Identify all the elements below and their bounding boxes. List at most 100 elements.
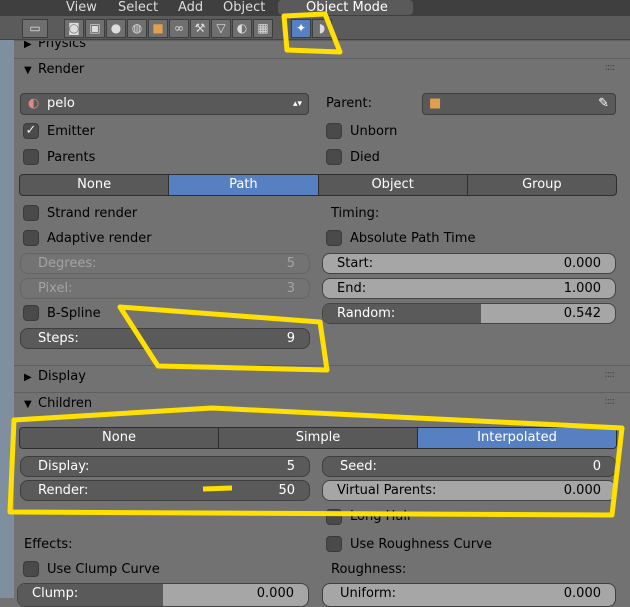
- render-layers-icon[interactable]: ▣: [85, 19, 105, 38]
- object-icon[interactable]: ■: [148, 19, 168, 38]
- use-clump-curve-checkbox[interactable]: [23, 561, 39, 577]
- field-text: 0.000: [563, 586, 601, 601]
- field-text: 50: [278, 483, 295, 498]
- bspline-label: B-Spline: [47, 306, 101, 321]
- world-icon[interactable]: ◍: [127, 19, 147, 38]
- menu-object[interactable]: Object: [223, 0, 265, 15]
- panel-display-header[interactable]: ▶ Display::::: [14, 365, 630, 389]
- unborn-checkbox[interactable]: [326, 123, 342, 139]
- physics-icon[interactable]: ◗: [312, 19, 332, 38]
- roughness-label: Roughness:: [331, 562, 407, 577]
- emitter-checkbox[interactable]: ✓: [23, 123, 39, 139]
- texture-icon[interactable]: ▦: [253, 19, 273, 38]
- field-text: 5: [286, 256, 295, 271]
- tab-interpolated[interactable]: Interpolated: [418, 428, 616, 448]
- absolute-path-time-checkbox[interactable]: [326, 230, 342, 246]
- tab-object[interactable]: Object: [319, 175, 468, 195]
- modifiers-icon[interactable]: ⚒: [190, 19, 210, 38]
- menu-view[interactable]: View: [66, 0, 97, 15]
- field-text: Clump:: [32, 586, 79, 601]
- mode-dropdown[interactable]: Object Mode: [278, 0, 413, 15]
- drag-handle-icon[interactable]: ::::: [605, 391, 616, 413]
- panel-title: Physics: [38, 40, 87, 51]
- steps-field[interactable]: Steps: 9: [20, 328, 310, 349]
- degrees-field[interactable]: Degrees: 5: [20, 253, 310, 274]
- end-field[interactable]: End: 1.000: [322, 278, 616, 299]
- field-text: 0.542: [563, 306, 601, 321]
- tab-none[interactable]: None: [20, 428, 219, 448]
- annotation-overlay: [7, 11, 625, 518]
- particles-icon[interactable]: ✦: [291, 19, 311, 38]
- uniform-field[interactable]: Uniform: 0.000: [322, 583, 616, 607]
- field-text: Pixel:: [38, 281, 73, 296]
- menu-add[interactable]: Add: [178, 0, 203, 15]
- children-display-field[interactable]: Display: 5: [20, 456, 310, 477]
- menu-select[interactable]: Select: [118, 0, 158, 15]
- parents-label: Parents: [47, 150, 96, 165]
- unborn-label: Unborn: [350, 124, 398, 139]
- expand-icon: ▼: [24, 399, 32, 410]
- field-text: 0: [592, 459, 601, 474]
- children-tabs: None Simple Interpolated: [19, 427, 617, 449]
- field-text: 1.000: [563, 281, 601, 296]
- eyedropper-icon[interactable]: ✎: [598, 94, 609, 114]
- absolute-path-time-label: Absolute Path Time: [350, 231, 476, 246]
- adaptive-render-checkbox[interactable]: [23, 230, 39, 246]
- adaptive-render-label: Adaptive render: [47, 231, 152, 246]
- drag-handle-icon[interactable]: ::::: [605, 364, 616, 386]
- died-label: Died: [350, 150, 380, 165]
- timing-label: Timing:: [331, 206, 380, 221]
- field-text: 0.000: [563, 483, 601, 498]
- header-bar: View Select Add Object Object Mode: [0, 0, 630, 16]
- start-field[interactable]: Start: 0.000: [322, 253, 616, 274]
- material-select[interactable]: pelo ▴▾ ◐: [20, 93, 309, 115]
- panel-render-header[interactable]: ▼ Render::::: [14, 58, 630, 82]
- long-hair-checkbox[interactable]: [326, 509, 342, 525]
- field-text: 0.000: [256, 586, 294, 601]
- expand-icon: ▼: [24, 65, 32, 76]
- constraints-icon[interactable]: ∞: [169, 19, 189, 38]
- strand-render-label: Strand render: [47, 206, 138, 221]
- viewport-edge: [0, 0, 14, 598]
- field-text: 9: [286, 331, 295, 346]
- long-hair-label: Long Hair: [350, 509, 413, 524]
- children-render-field[interactable]: Render: 50: [20, 480, 310, 501]
- scene-icon[interactable]: ●: [106, 19, 126, 38]
- tab-path[interactable]: Path: [169, 175, 319, 195]
- field-text: Seed:: [340, 459, 377, 474]
- field-text: 5: [286, 459, 295, 474]
- panel-children-header[interactable]: ▼ Children::::: [14, 392, 630, 416]
- field-text: Start:: [337, 256, 374, 271]
- panel-title: Children: [38, 396, 93, 411]
- editor-type-icon[interactable]: ▭: [22, 19, 48, 38]
- panel-title: Display: [38, 369, 86, 384]
- data-icon[interactable]: ▽: [211, 19, 231, 38]
- panel-title: Render: [38, 62, 85, 77]
- virtual-parents-slider[interactable]: Virtual Parents: 0.000: [322, 480, 616, 501]
- parent-label: Parent:: [326, 96, 372, 111]
- field-text: 3: [286, 281, 295, 296]
- field-text: End:: [337, 281, 367, 296]
- render-as-tabs: None Path Object Group: [19, 174, 617, 196]
- render-icon[interactable]: ◙: [64, 19, 84, 38]
- tab-group[interactable]: Group: [468, 175, 616, 195]
- random-slider[interactable]: Random: 0.542: [322, 303, 616, 324]
- drag-handle-icon[interactable]: ::::: [605, 57, 616, 79]
- pixel-field[interactable]: Pixel: 3: [20, 278, 310, 299]
- panel-physics[interactable]: ▶ Physics: [14, 40, 630, 54]
- material-icon[interactable]: ◐: [232, 19, 252, 38]
- clump-slider[interactable]: Clump: 0.000: [17, 583, 309, 607]
- tab-none[interactable]: None: [20, 175, 170, 195]
- died-checkbox[interactable]: [326, 149, 342, 165]
- bspline-checkbox[interactable]: [23, 305, 39, 321]
- collapse-icon: ▶: [24, 40, 32, 50]
- strand-render-checkbox[interactable]: [23, 205, 39, 221]
- parent-field[interactable]: ■ ✎: [422, 93, 616, 115]
- tab-simple[interactable]: Simple: [219, 428, 418, 448]
- parents-checkbox[interactable]: [23, 149, 39, 165]
- field-text: Display:: [38, 459, 90, 474]
- material-name: pelo: [47, 96, 75, 111]
- seed-field[interactable]: Seed: 0: [322, 456, 616, 477]
- use-roughness-curve-checkbox[interactable]: [326, 536, 342, 552]
- field-text: Steps:: [38, 331, 79, 346]
